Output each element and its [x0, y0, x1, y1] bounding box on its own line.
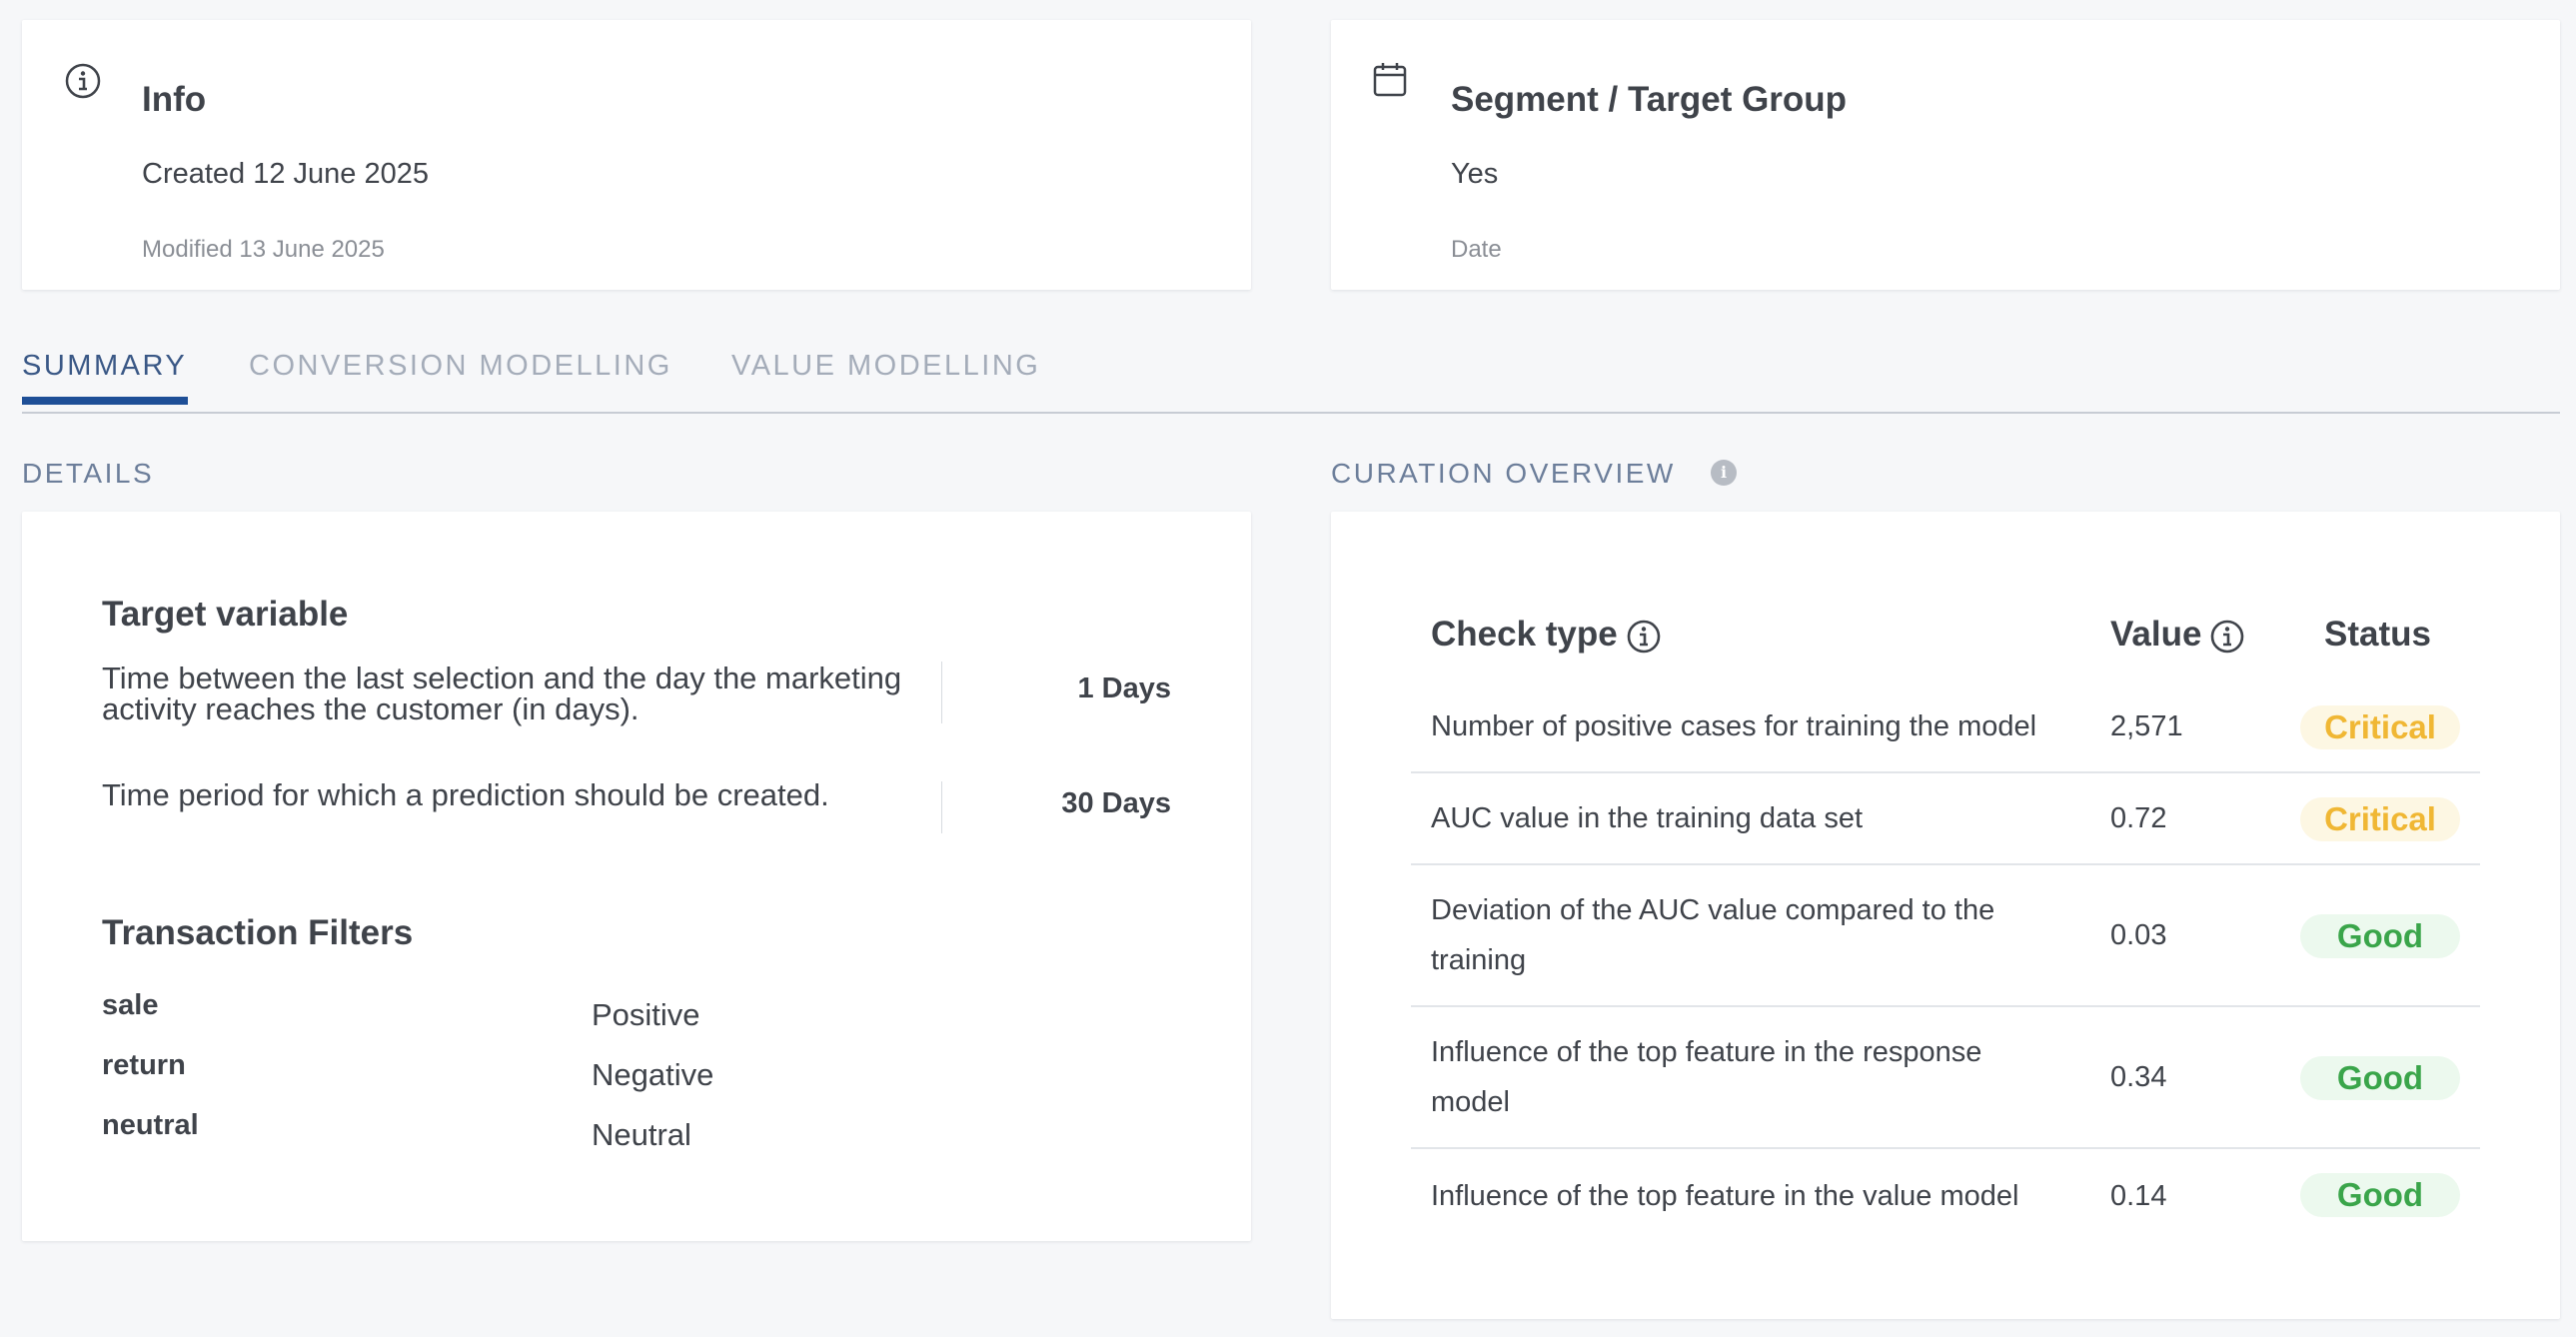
info-circle-icon [65, 63, 101, 99]
tab-conversion-modelling[interactable]: CONVERSION MODELLING [249, 350, 672, 383]
check-type-cell: Influence of the top feature in the valu… [1431, 1180, 2019, 1212]
tab-value-modelling[interactable]: VALUE MODELLING [731, 350, 1040, 383]
target-variable-description-1: Time between the last selection and the … [102, 661, 902, 726]
divider [941, 662, 942, 723]
active-tab-indicator [22, 397, 188, 405]
details-card: Target variable Time between the last se… [22, 512, 1251, 1241]
created-date: Created 12 June 2025 [142, 158, 429, 190]
segment-card: Segment / Target Group Yes Date [1331, 20, 2560, 290]
details-section-label: DETAILS [22, 458, 155, 489]
column-header-check-type: Check type [1431, 615, 1662, 655]
target-variable-value-1: 1 Days [1077, 672, 1171, 704]
segment-card-title: Segment / Target Group [1451, 80, 1848, 119]
curation-section-label: CURATION OVERVIEW [1331, 458, 1676, 489]
table-row: Number of positive cases for training th… [1411, 679, 2480, 771]
curation-info-icon[interactable]: i [1711, 460, 1737, 486]
info-card: Info Created 12 June 2025 Modified 13 Ju… [22, 20, 1251, 290]
check-type-cell: Number of positive cases for training th… [1431, 710, 2037, 742]
target-variable-description-2: Time period for which a prediction shoul… [102, 777, 829, 812]
segment-meta: Date [1451, 236, 1502, 263]
table-row: Influence of the top feature in the valu… [1411, 1147, 2480, 1241]
target-variable-heading: Target variable [102, 595, 349, 634]
status-badge: Critical [2300, 705, 2460, 749]
filter-value-neutral: Neutral [592, 1117, 691, 1152]
filter-value-return: Negative [592, 1057, 714, 1092]
filter-key-return: return [102, 1049, 186, 1081]
value-cell: 0.34 [2110, 1061, 2167, 1093]
check-type-info-icon[interactable] [1626, 619, 1662, 655]
segment-value: Yes [1451, 158, 1499, 190]
target-variable-value-2: 30 Days [1061, 787, 1171, 819]
calendar-icon [1373, 63, 1407, 97]
column-header-status: Status [2324, 615, 2431, 654]
tab-bar: SUMMARY CONVERSION MODELLING VALUE MODEL… [22, 342, 2560, 414]
divider [941, 781, 942, 833]
info-card-title: Info [142, 80, 207, 119]
value-info-icon[interactable] [2209, 619, 2245, 655]
table-row: Deviation of the AUC value compared to t… [1411, 863, 2480, 1007]
modified-date: Modified 13 June 2025 [142, 236, 385, 263]
table-row: AUC value in the training data set 0.72 … [1411, 771, 2480, 865]
value-cell: 0.03 [2110, 919, 2167, 951]
check-type-cell: AUC value in the training data set [1431, 802, 1864, 834]
tab-summary[interactable]: SUMMARY [22, 350, 187, 383]
status-badge: Good [2300, 1056, 2460, 1100]
value-cell: 2,571 [2110, 710, 2183, 742]
check-type-cell: Deviation of the AUC value compared to t… [1431, 894, 1995, 976]
check-type-cell: Influence of the top feature in the resp… [1431, 1036, 1982, 1118]
status-badge: Good [2300, 914, 2460, 958]
transaction-filters-heading: Transaction Filters [102, 913, 414, 952]
status-badge: Good [2300, 1173, 2460, 1217]
value-cell: 0.14 [2110, 1180, 2167, 1212]
filter-value-sale: Positive [592, 997, 700, 1032]
table-row: Influence of the top feature in the resp… [1411, 1005, 2480, 1149]
status-badge: Critical [2300, 797, 2460, 841]
filter-key-neutral: neutral [102, 1109, 199, 1141]
column-header-value: Value [2110, 615, 2245, 655]
filter-key-sale: sale [102, 989, 159, 1021]
value-cell: 0.72 [2110, 802, 2167, 834]
